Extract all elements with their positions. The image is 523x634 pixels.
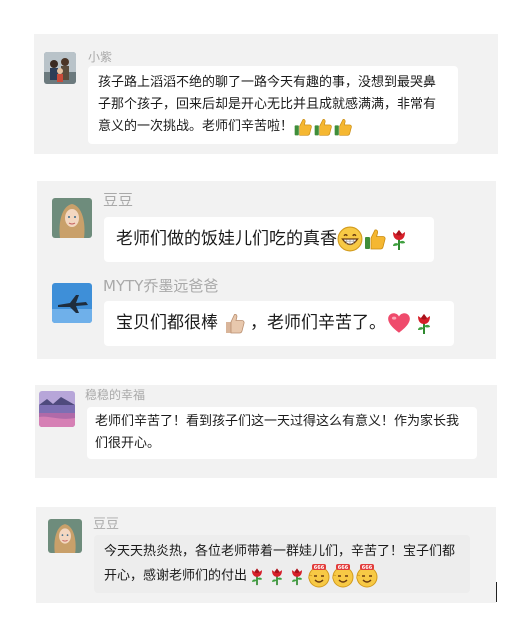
portrait-photo-icon: [52, 198, 92, 238]
rose-icon: [247, 566, 267, 586]
message-text: 孩子路上滔滔不绝的聊了一路今天有趣的事，没想到最哭鼻子那个孩子，回来后却是开心无…: [98, 75, 437, 134]
rose-icon: [387, 227, 411, 251]
sender-name: MYTY乔墨远爸爸: [103, 277, 219, 295]
message-card-3: 稳稳的幸福 老师们辛苦了！看到孩子们这一天过得这么有意义！作为家长我们很开心。: [35, 385, 497, 478]
666-face-icon: [355, 564, 379, 588]
message-bubble[interactable]: 老师们做的饭娃儿们吃的真香: [104, 217, 434, 262]
portrait-photo-icon: [48, 519, 82, 553]
rose-icon: [267, 566, 287, 586]
avatar[interactable]: [52, 283, 92, 323]
rose-icon: [287, 566, 307, 586]
heart-icon: [386, 310, 412, 336]
666-face-icon: [331, 564, 355, 588]
thumbs-up-icon: [363, 227, 387, 251]
avatar[interactable]: [39, 391, 75, 427]
message-card-2: 豆豆 老师们做的饭娃儿们吃的真香 MYTY乔墨远爸爸 宝贝们都很棒 ，老师们辛苦了…: [37, 181, 496, 359]
grin-icon: [337, 226, 363, 252]
thumbs-up-icon: [333, 117, 353, 137]
avatar[interactable]: [44, 52, 76, 84]
thumbs-up-icon: [313, 117, 333, 137]
text-cursor: [496, 582, 497, 602]
avatar[interactable]: [48, 519, 82, 553]
message-bubble[interactable]: 今天天热炎热，各位老师带着一群娃儿们，辛苦了！宝子们都开心，感谢老师们的付出: [94, 535, 470, 593]
666-face-icon: [307, 564, 331, 588]
message-text: ，老师们辛苦了。: [250, 313, 386, 333]
message-text: 老师们辛苦了！看到孩子们这一天过得这么有意义！作为家长我们很开心。: [95, 414, 460, 451]
airplane-photo-icon: [52, 283, 92, 323]
family-photo-icon: [44, 52, 76, 84]
message-card-4: 豆豆 今天天热炎热，各位老师带着一群娃儿们，辛苦了！宝子们都开心，感谢老师们的付…: [36, 507, 496, 603]
message-text: 老师们做的饭娃儿们吃的真香: [116, 229, 337, 249]
message-bubble[interactable]: 孩子路上滔滔不绝的聊了一路今天有趣的事，没想到最哭鼻子那个孩子，回来后却是开心无…: [88, 66, 458, 144]
message-bubble[interactable]: 老师们辛苦了！看到孩子们这一天过得这么有意义！作为家长我们很开心。: [87, 407, 477, 459]
rose-icon: [412, 311, 436, 335]
thumbs-up-icon: [293, 117, 313, 137]
thumbs-up-icon: [222, 311, 246, 335]
message-card-1: 小紫 孩子路上滔滔不绝的聊了一路今天有趣的事，没想到最哭鼻子那个孩子，回来后却是…: [34, 34, 498, 154]
message-bubble[interactable]: 宝贝们都很棒 ，老师们辛苦了。: [104, 301, 454, 346]
landscape-photo-icon: [39, 391, 75, 427]
sender-name: 豆豆: [93, 517, 120, 532]
avatar[interactable]: [52, 198, 92, 238]
sender-name: 小紫: [88, 50, 113, 64]
message-text: 宝贝们都很棒: [116, 313, 218, 333]
sender-name: 豆豆: [103, 191, 134, 209]
sender-name: 稳稳的幸福: [85, 388, 146, 402]
